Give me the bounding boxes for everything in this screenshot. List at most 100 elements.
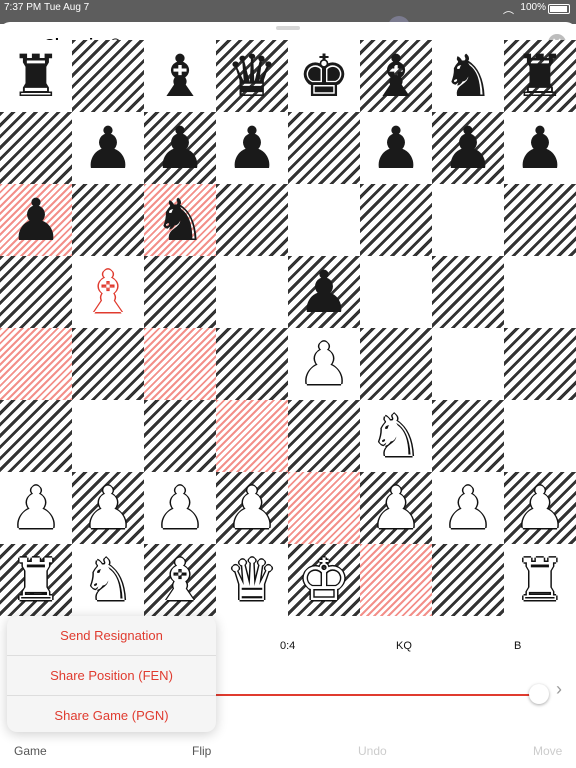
square-g4[interactable] xyxy=(432,328,504,400)
square-c5[interactable] xyxy=(144,256,216,328)
square-f6[interactable] xyxy=(360,184,432,256)
chess-piece[interactable]: ♚ xyxy=(298,47,350,105)
chess-piece[interactable]: ♜ xyxy=(514,47,566,105)
square-h3[interactable] xyxy=(504,400,576,472)
chess-piece[interactable]: ♟ xyxy=(514,479,566,537)
square-f3[interactable]: ♞ xyxy=(360,400,432,472)
square-f7[interactable]: ♟ xyxy=(360,112,432,184)
chess-piece[interactable]: ♝ xyxy=(82,263,134,321)
square-h1[interactable]: ♜ xyxy=(504,544,576,616)
square-c1[interactable]: ♝ xyxy=(144,544,216,616)
chess-piece[interactable]: ♟ xyxy=(514,119,566,177)
chess-piece[interactable]: ♞ xyxy=(154,191,206,249)
square-e7[interactable] xyxy=(288,112,360,184)
square-e4[interactable]: ♟ xyxy=(288,328,360,400)
square-e2[interactable] xyxy=(288,472,360,544)
square-e5[interactable]: ♟ xyxy=(288,256,360,328)
chess-piece[interactable]: ♟ xyxy=(298,335,350,393)
chess-piece[interactable]: ♟ xyxy=(370,479,422,537)
square-f4[interactable] xyxy=(360,328,432,400)
chess-piece[interactable]: ♟ xyxy=(442,479,494,537)
square-e3[interactable] xyxy=(288,400,360,472)
square-b7[interactable]: ♟ xyxy=(72,112,144,184)
chess-piece[interactable]: ♟ xyxy=(82,119,134,177)
square-b3[interactable] xyxy=(72,400,144,472)
square-g8[interactable]: ♞ xyxy=(432,40,504,112)
square-b5[interactable]: ♝ xyxy=(72,256,144,328)
chess-piece[interactable]: ♞ xyxy=(370,407,422,465)
chess-piece[interactable]: ♟ xyxy=(154,119,206,177)
toolbar-undo-button[interactable]: Undo xyxy=(358,744,387,758)
chess-piece[interactable]: ♜ xyxy=(514,551,566,609)
square-e8[interactable]: ♚ xyxy=(288,40,360,112)
chess-piece[interactable]: ♞ xyxy=(82,551,134,609)
square-c6[interactable]: ♞ xyxy=(144,184,216,256)
chess-piece[interactable]: ♜ xyxy=(10,551,62,609)
chess-piece[interactable]: ♟ xyxy=(298,263,350,321)
square-h6[interactable] xyxy=(504,184,576,256)
square-d5[interactable] xyxy=(216,256,288,328)
square-d7[interactable]: ♟ xyxy=(216,112,288,184)
chess-piece[interactable]: ♝ xyxy=(370,47,422,105)
chess-piece[interactable]: ♜ xyxy=(10,47,62,105)
chess-piece[interactable]: ♛ xyxy=(226,47,278,105)
square-b6[interactable] xyxy=(72,184,144,256)
toolbar-flip-button[interactable]: Flip xyxy=(192,744,211,758)
square-g1[interactable] xyxy=(432,544,504,616)
square-d6[interactable] xyxy=(216,184,288,256)
square-a8[interactable]: ♜ xyxy=(0,40,72,112)
square-a3[interactable] xyxy=(0,400,72,472)
square-d3[interactable] xyxy=(216,400,288,472)
square-e1[interactable]: ♚ xyxy=(288,544,360,616)
move-slider-track[interactable] xyxy=(200,694,538,696)
square-d1[interactable]: ♛ xyxy=(216,544,288,616)
chess-piece[interactable]: ♟ xyxy=(82,479,134,537)
chess-piece[interactable]: ♟ xyxy=(10,479,62,537)
square-g3[interactable] xyxy=(432,400,504,472)
square-c3[interactable] xyxy=(144,400,216,472)
square-b4[interactable] xyxy=(72,328,144,400)
chess-piece[interactable]: ♚ xyxy=(298,551,350,609)
square-f1[interactable] xyxy=(360,544,432,616)
square-c8[interactable]: ♝ xyxy=(144,40,216,112)
square-a1[interactable]: ♜ xyxy=(0,544,72,616)
square-h5[interactable] xyxy=(504,256,576,328)
menu-item-share-position[interactable]: Share Position (FEN) xyxy=(7,656,216,696)
square-g2[interactable]: ♟ xyxy=(432,472,504,544)
chess-piece[interactable]: ♞ xyxy=(442,47,494,105)
square-e6[interactable] xyxy=(288,184,360,256)
square-d2[interactable]: ♟ xyxy=(216,472,288,544)
square-h2[interactable]: ♟ xyxy=(504,472,576,544)
square-c2[interactable]: ♟ xyxy=(144,472,216,544)
square-d4[interactable] xyxy=(216,328,288,400)
square-a4[interactable] xyxy=(0,328,72,400)
chess-piece[interactable]: ♟ xyxy=(154,479,206,537)
square-g7[interactable]: ♟ xyxy=(432,112,504,184)
square-f2[interactable]: ♟ xyxy=(360,472,432,544)
chess-piece[interactable]: ♟ xyxy=(10,191,62,249)
square-a2[interactable]: ♟ xyxy=(0,472,72,544)
chess-piece[interactable]: ♛ xyxy=(226,551,278,609)
square-f8[interactable]: ♝ xyxy=(360,40,432,112)
square-g5[interactable] xyxy=(432,256,504,328)
chess-piece[interactable]: ♟ xyxy=(370,119,422,177)
square-b2[interactable]: ♟ xyxy=(72,472,144,544)
chess-piece[interactable]: ♟ xyxy=(442,119,494,177)
square-a7[interactable] xyxy=(0,112,72,184)
menu-item-share-game[interactable]: Share Game (PGN) xyxy=(7,696,216,732)
chess-piece[interactable]: ♝ xyxy=(154,47,206,105)
square-h4[interactable] xyxy=(504,328,576,400)
chevron-right-icon[interactable]: › xyxy=(556,679,562,700)
chess-piece[interactable]: ♟ xyxy=(226,119,278,177)
chess-board[interactable]: ♜ ♝ ♛ ♚ ♝ ♞ ♜ ♟ ♟ ♟ ♟ ♟ ♟ ♟ ♞ ♝ ♟ ♟ ♞ ♟ ♟ ♟ ♟ ♟ ♟ ♟ ♜ ♞ ♝ ♛ ♚ ♜ xyxy=(0,40,576,616)
square-a6[interactable]: ♟ xyxy=(0,184,72,256)
menu-item-send-resignation[interactable]: Send Resignation xyxy=(7,616,216,656)
square-a5[interactable] xyxy=(0,256,72,328)
square-h7[interactable]: ♟ xyxy=(504,112,576,184)
square-c4[interactable] xyxy=(144,328,216,400)
square-d8[interactable]: ♛ xyxy=(216,40,288,112)
square-c7[interactable]: ♟ xyxy=(144,112,216,184)
move-slider-thumb[interactable] xyxy=(529,684,549,704)
square-b8[interactable] xyxy=(72,40,144,112)
square-b1[interactable]: ♞ xyxy=(72,544,144,616)
